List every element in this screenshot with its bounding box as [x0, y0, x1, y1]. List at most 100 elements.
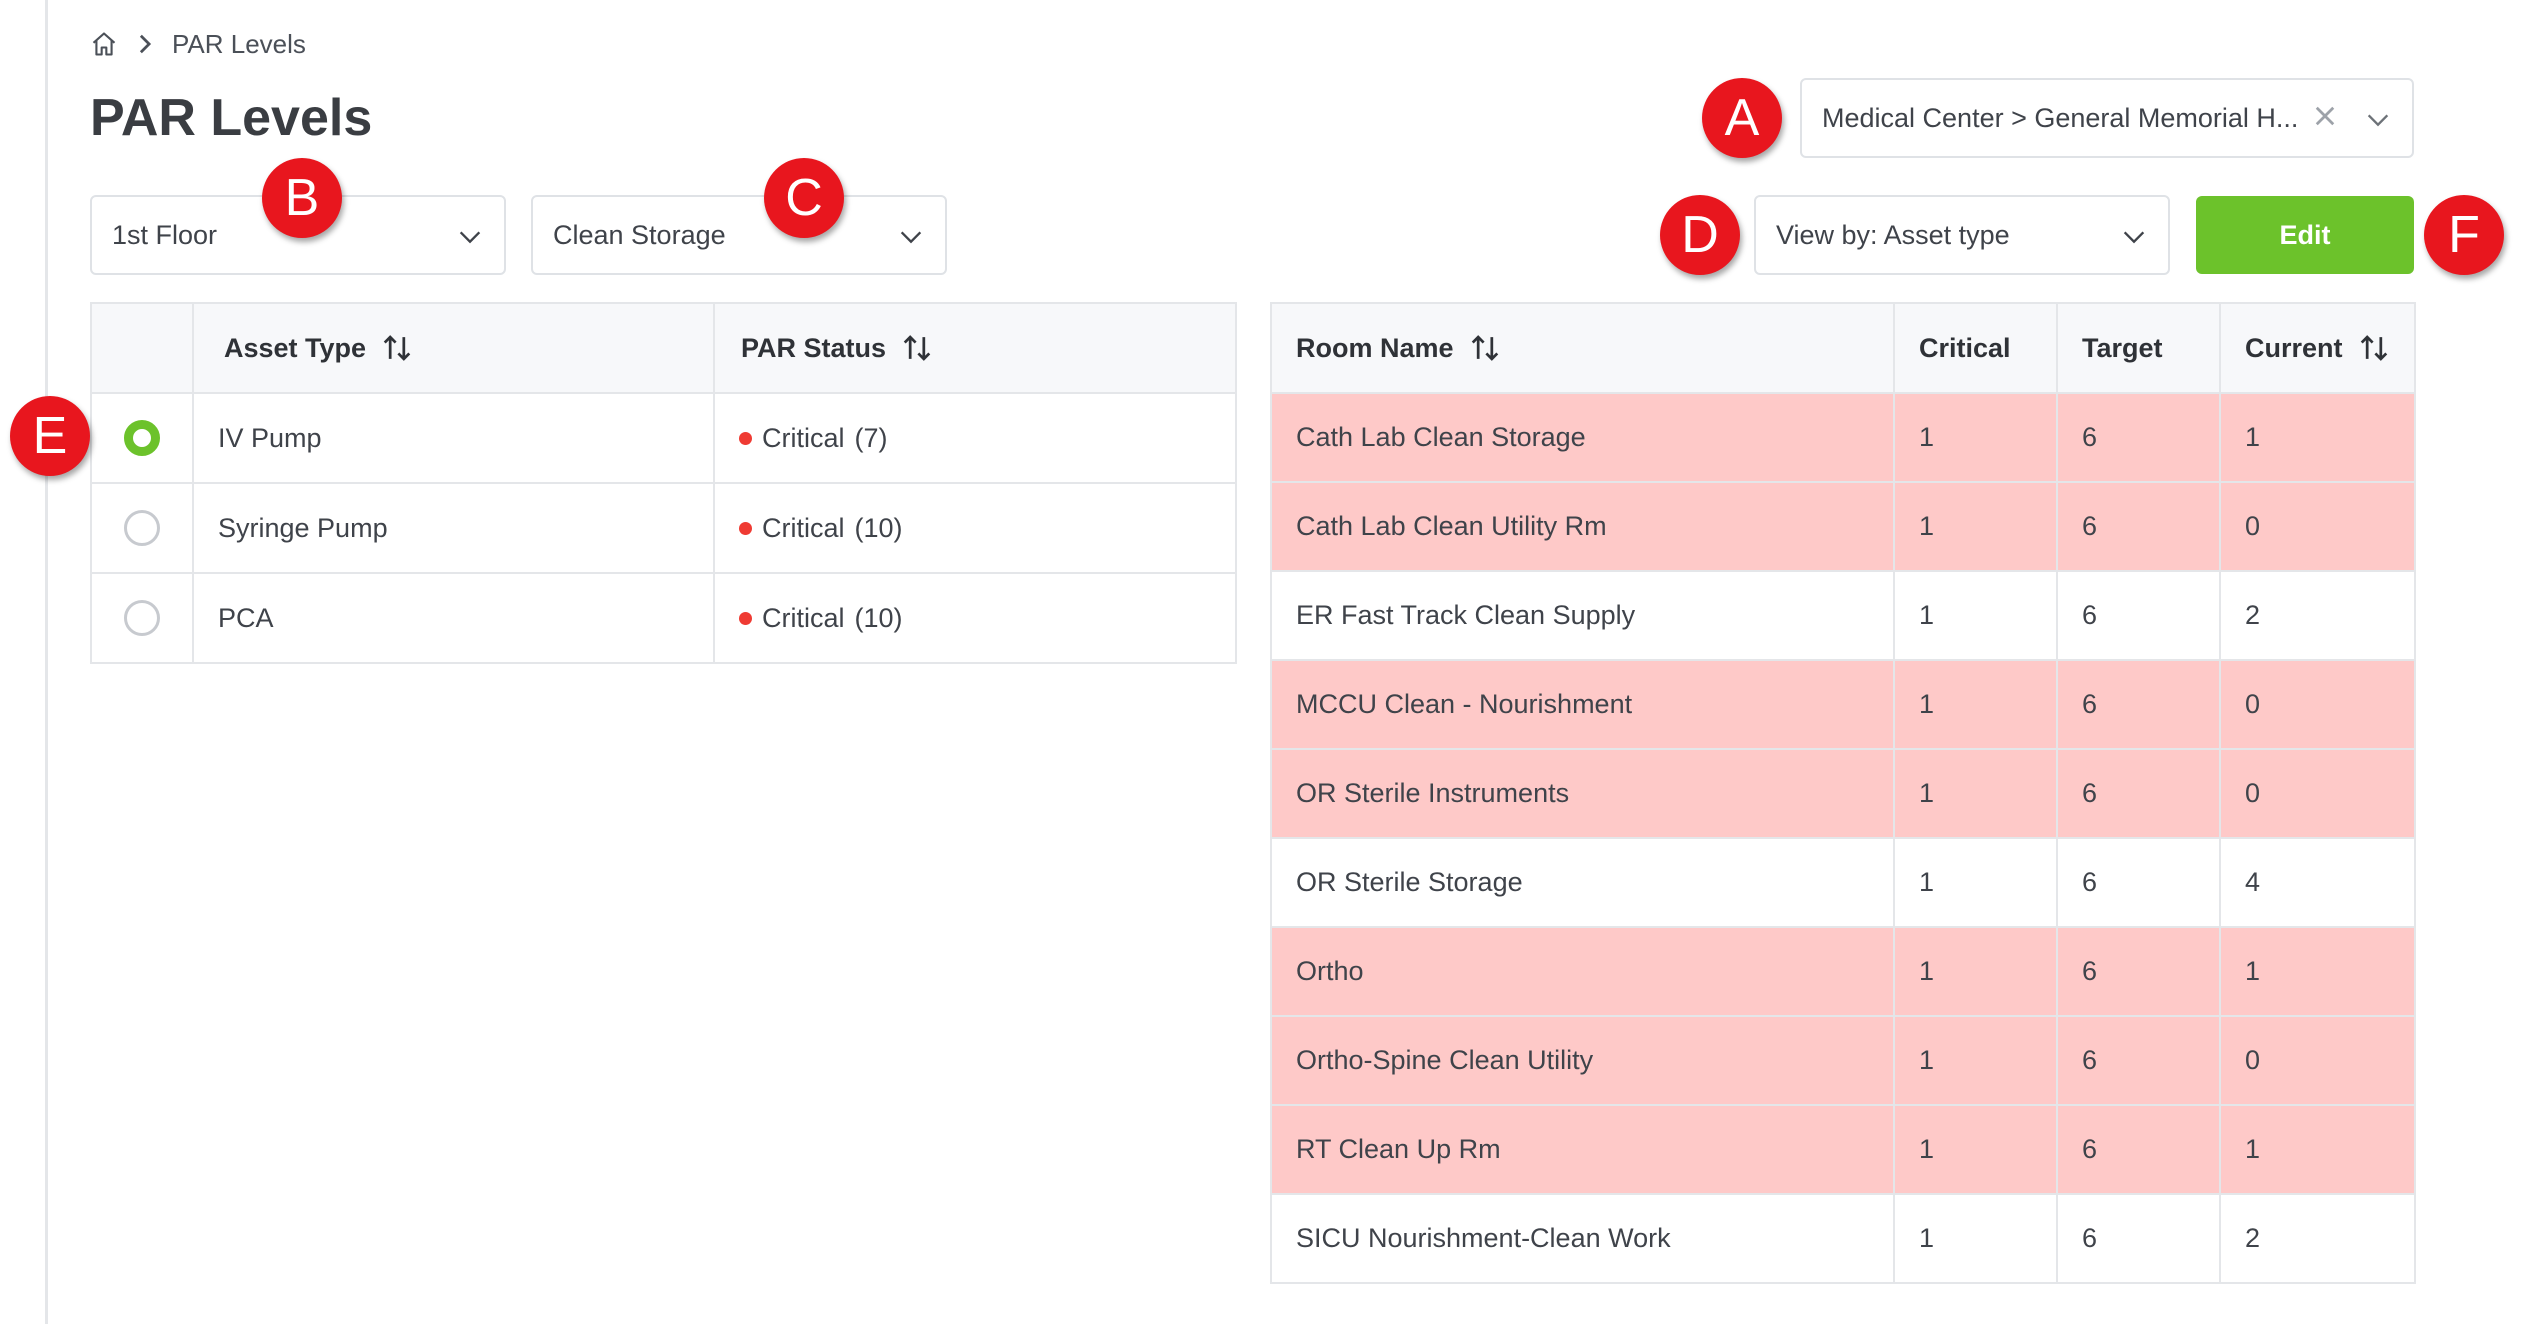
asset-type-table: Asset Type PAR Status IV Pump Critical (… — [90, 302, 1237, 664]
table-row[interactable]: IV Pump Critical (7) — [90, 392, 1237, 484]
room-name-cell: MCCU Clean - Nourishment — [1270, 659, 1895, 750]
current-cell: 2 — [2219, 1193, 2416, 1284]
current-header-label: Current — [2245, 332, 2343, 363]
row-radio-selected[interactable] — [124, 420, 160, 456]
marker-e: E — [10, 396, 90, 476]
sort-icon[interactable] — [382, 334, 412, 362]
current-cell: 1 — [2219, 392, 2416, 483]
row-radio[interactable] — [124, 600, 160, 636]
table-row: RT Clean Up Rm 1 6 1 — [1270, 1104, 2416, 1195]
par-levels-page: PAR Levels PAR Levels Medical Center > G… — [0, 0, 2522, 1324]
room-par-table: Room Name Critical Target Current Cath L… — [1270, 302, 2416, 1284]
critical-cell: 1 — [1893, 837, 2058, 928]
department-select[interactable]: Clean Storage — [531, 195, 947, 275]
target-cell: 6 — [2056, 392, 2221, 483]
room-name-cell: Cath Lab Clean Storage — [1270, 392, 1895, 483]
asset-type-column-header[interactable]: Asset Type — [192, 302, 715, 394]
view-by-select[interactable]: View by: Asset type — [1754, 195, 2170, 275]
status-count: (7) — [854, 422, 888, 453]
current-cell: 2 — [2219, 570, 2416, 661]
room-name-cell: RT Clean Up Rm — [1270, 1104, 1895, 1195]
critical-status-dot — [739, 611, 752, 625]
marker-c: C — [764, 158, 844, 238]
marker-d: D — [1660, 195, 1740, 275]
row-radio[interactable] — [124, 510, 160, 546]
asset-type-cell: IV Pump — [192, 392, 715, 484]
room-name-cell: Ortho — [1270, 926, 1895, 1017]
room-name-cell: Ortho-Spine Clean Utility — [1270, 1015, 1895, 1106]
chevron-down-icon — [2122, 220, 2146, 251]
site-select[interactable]: Medical Center > General Memorial H... — [1800, 78, 2414, 158]
target-cell: 6 — [2056, 1015, 2221, 1106]
critical-column-header: Critical — [1893, 302, 2058, 394]
asset-type-cell: Syringe Pump — [192, 482, 715, 574]
status-label: Critical — [762, 422, 845, 453]
critical-cell: 1 — [1893, 570, 2058, 661]
site-select-value: Medical Center > General Memorial H... — [1822, 102, 2299, 133]
table-row: ER Fast Track Clean Supply 1 6 2 — [1270, 570, 2416, 661]
edit-button[interactable]: Edit — [2196, 196, 2414, 274]
target-cell: 6 — [2056, 748, 2221, 839]
asset-type-header-label: Asset Type — [224, 332, 367, 363]
target-cell: 6 — [2056, 1193, 2221, 1284]
marker-f: F — [2424, 195, 2504, 275]
sort-icon[interactable] — [1470, 334, 1500, 362]
asset-type-cell: PCA — [192, 572, 715, 664]
par-status-column-header[interactable]: PAR Status — [713, 302, 1237, 394]
marker-b: B — [262, 158, 342, 238]
marker-a: A — [1702, 78, 1782, 158]
asset-table-header-row: Asset Type PAR Status — [90, 302, 1237, 394]
room-name-cell: Cath Lab Clean Utility Rm — [1270, 481, 1895, 572]
par-status-cell: Critical (7) — [739, 423, 1234, 454]
current-column-header[interactable]: Current — [2219, 302, 2416, 394]
sort-icon[interactable] — [902, 334, 932, 362]
status-count: (10) — [854, 602, 903, 633]
room-name-column-header[interactable]: Room Name — [1270, 302, 1895, 394]
table-row: Cath Lab Clean Storage 1 6 1 — [1270, 392, 2416, 483]
status-label: Critical — [762, 602, 845, 633]
chevron-right-icon — [136, 33, 154, 55]
target-cell: 6 — [2056, 570, 2221, 661]
table-row: SICU Nourishment-Clean Work 1 6 2 — [1270, 1193, 2416, 1284]
par-status-header-label: PAR Status — [741, 332, 887, 363]
current-cell: 1 — [2219, 926, 2416, 1017]
table-row: Ortho 1 6 1 — [1270, 926, 2416, 1017]
table-row: Cath Lab Clean Utility Rm 1 6 0 — [1270, 481, 2416, 572]
status-label: Critical — [762, 512, 845, 543]
par-status-cell: Critical (10) — [739, 603, 1234, 634]
critical-cell: 1 — [1893, 748, 2058, 839]
target-cell: 6 — [2056, 837, 2221, 928]
home-icon[interactable] — [90, 30, 118, 58]
sort-icon[interactable] — [2359, 334, 2389, 362]
table-row: OR Sterile Storage 1 6 4 — [1270, 837, 2416, 928]
room-name-header-label: Room Name — [1296, 332, 1454, 363]
critical-status-dot — [739, 431, 752, 445]
critical-cell: 1 — [1893, 1104, 2058, 1195]
chevron-down-icon — [458, 220, 482, 251]
breadcrumb-current: PAR Levels — [172, 28, 306, 59]
room-name-cell: ER Fast Track Clean Supply — [1270, 570, 1895, 661]
close-icon[interactable] — [2314, 103, 2336, 134]
left-divider — [45, 0, 48, 1324]
department-select-value: Clean Storage — [553, 219, 726, 250]
current-cell: 0 — [2219, 481, 2416, 572]
current-cell: 0 — [2219, 659, 2416, 750]
critical-cell: 1 — [1893, 1193, 2058, 1284]
room-name-cell: SICU Nourishment-Clean Work — [1270, 1193, 1895, 1284]
critical-status-dot — [739, 521, 752, 535]
critical-cell: 1 — [1893, 392, 2058, 483]
table-row[interactable]: PCA Critical (10) — [90, 572, 1237, 664]
chevron-down-icon — [2366, 103, 2390, 134]
target-cell: 6 — [2056, 481, 2221, 572]
room-name-cell: OR Sterile Storage — [1270, 837, 1895, 928]
chevron-down-icon — [899, 220, 923, 251]
current-cell: 1 — [2219, 1104, 2416, 1195]
target-column-header: Target — [2056, 302, 2221, 394]
breadcrumb: PAR Levels — [90, 24, 306, 64]
critical-cell: 1 — [1893, 1015, 2058, 1106]
current-cell: 0 — [2219, 1015, 2416, 1106]
status-count: (10) — [854, 512, 903, 543]
table-row[interactable]: Syringe Pump Critical (10) — [90, 482, 1237, 574]
critical-cell: 1 — [1893, 926, 2058, 1017]
select-column-header — [90, 302, 194, 394]
